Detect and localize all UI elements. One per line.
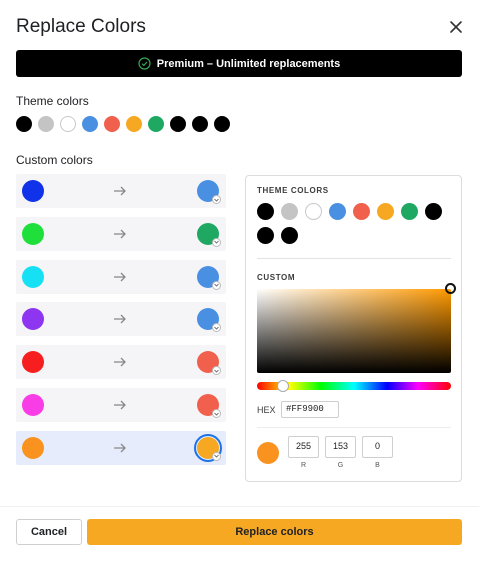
chevron-down-icon	[212, 195, 221, 204]
color-mapping-row[interactable]	[16, 430, 226, 465]
color-picker-panel: THEME COLORS CUSTOM HEX #FF9900 255 153 …	[245, 175, 462, 482]
picker-theme-colors-label: THEME COLORS	[257, 186, 329, 195]
footer-divider	[0, 506, 479, 507]
blue-input[interactable]: 0	[362, 436, 393, 458]
picker-theme-color-dot[interactable]	[257, 227, 274, 244]
picker-theme-color-dot[interactable]	[281, 203, 298, 220]
picker-theme-color-dot[interactable]	[425, 203, 442, 220]
check-circle-icon	[138, 57, 151, 70]
picker-theme-color-dot[interactable]	[377, 203, 394, 220]
theme-colors-row	[16, 116, 230, 132]
arrow-right-icon	[112, 397, 128, 413]
chevron-down-icon	[212, 366, 221, 376]
red-input[interactable]: 255	[288, 436, 319, 458]
color-mapping-row[interactable]	[16, 216, 226, 251]
theme-color-dot[interactable]	[126, 116, 142, 132]
picker-theme-color-dot[interactable]	[281, 227, 298, 244]
theme-color-dot[interactable]	[148, 116, 164, 132]
arrow-right-icon	[112, 354, 128, 370]
green-label: G	[337, 462, 344, 469]
divider	[257, 258, 451, 259]
theme-color-dot[interactable]	[214, 116, 230, 132]
close-icon[interactable]	[446, 17, 466, 37]
source-color-swatch	[22, 222, 44, 245]
target-color-picker[interactable]	[197, 308, 221, 333]
theme-color-dot[interactable]	[60, 116, 76, 132]
arrow-right-icon	[112, 311, 128, 327]
theme-color-dot[interactable]	[104, 116, 120, 132]
hex-input[interactable]: #FF9900	[281, 401, 339, 418]
hex-label: HEX	[257, 405, 276, 415]
picker-custom-label: CUSTOM	[257, 273, 296, 282]
color-mapping-row[interactable]	[16, 259, 226, 294]
target-color-picker[interactable]	[197, 394, 221, 418]
theme-colors-label: Theme colors	[16, 94, 89, 108]
arrow-right-icon	[112, 440, 128, 456]
picker-theme-color-dot[interactable]	[329, 203, 346, 220]
theme-color-dot[interactable]	[192, 116, 208, 132]
current-color-swatch	[257, 442, 279, 464]
color-mapping-row[interactable]	[16, 345, 226, 380]
arrow-right-icon	[112, 269, 128, 285]
source-color-swatch	[22, 265, 44, 288]
premium-banner: Premium – Unlimited replacements	[16, 50, 462, 77]
picker-theme-color-dot[interactable]	[401, 203, 418, 220]
picker-theme-color-dot[interactable]	[257, 203, 274, 220]
green-input[interactable]: 153	[325, 436, 356, 458]
red-label: R	[300, 462, 307, 469]
picker-theme-colors	[257, 203, 457, 244]
replace-colors-dialog: Replace Colors Premium – Unlimited repla…	[0, 0, 479, 563]
theme-color-dot[interactable]	[82, 116, 98, 132]
arrow-right-icon	[112, 226, 128, 242]
divider	[257, 427, 451, 428]
color-mapping-row[interactable]	[16, 388, 226, 422]
chevron-down-icon	[212, 409, 221, 418]
theme-color-dot[interactable]	[38, 116, 54, 132]
source-color-swatch	[22, 436, 44, 459]
source-color-swatch	[22, 308, 44, 331]
chevron-down-icon	[212, 280, 221, 290]
target-color-picker[interactable]	[197, 351, 221, 376]
chevron-down-icon	[212, 323, 221, 333]
picker-theme-color-dot[interactable]	[353, 203, 370, 220]
dialog-title: Replace Colors	[16, 16, 146, 37]
theme-color-dot[interactable]	[170, 116, 186, 132]
chevron-down-icon	[212, 451, 221, 461]
target-color-picker[interactable]	[197, 222, 221, 247]
color-mapping-row[interactable]	[16, 174, 226, 208]
target-color-picker[interactable]	[197, 265, 221, 290]
source-color-swatch	[22, 351, 44, 374]
source-color-swatch	[22, 180, 44, 202]
source-color-swatch	[22, 394, 44, 416]
replace-colors-button[interactable]: Replace colors	[87, 519, 462, 545]
premium-banner-text: Premium – Unlimited replacements	[156, 57, 341, 70]
saturation-handle[interactable]	[445, 283, 456, 294]
target-color-picker[interactable]	[197, 180, 221, 204]
hue-handle[interactable]	[277, 380, 289, 392]
saturation-value-area[interactable]	[257, 283, 456, 373]
arrow-right-icon	[112, 183, 128, 199]
blue-label: B	[375, 462, 380, 469]
picker-theme-color-dot[interactable]	[305, 203, 322, 220]
chevron-down-icon	[212, 237, 221, 247]
target-color-picker[interactable]	[194, 433, 222, 462]
color-mapping-row[interactable]	[16, 302, 226, 337]
hue-slider[interactable]	[257, 380, 451, 392]
cancel-button[interactable]: Cancel	[16, 519, 82, 545]
custom-colors-label: Custom colors	[16, 153, 93, 167]
theme-color-dot[interactable]	[16, 116, 32, 132]
